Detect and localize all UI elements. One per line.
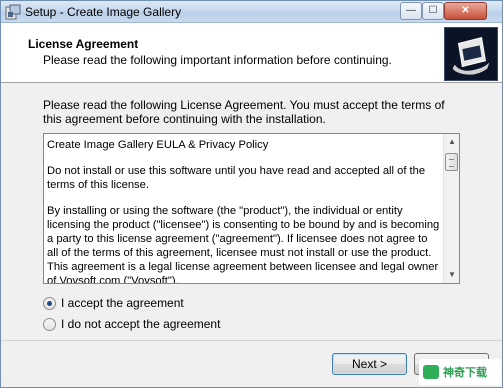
license-text: Create Image Gallery EULA & Privacy Poli… [47,138,440,284]
setup-window: Setup - Create Image Gallery — ☐ ✕ Licen… [0,0,503,388]
scrollbar-thumb[interactable] [445,153,458,171]
page-subtitle: Please read the following important info… [43,53,392,67]
license-paragraph: Create Image Gallery EULA & Privacy Poli… [47,139,269,151]
next-button[interactable]: Next > [332,353,407,375]
scroll-up-arrow-icon[interactable]: ▲ [444,134,459,150]
minimize-button[interactable]: — [400,2,422,20]
decline-label[interactable]: I do not accept the agreement [61,317,220,331]
watermark-text: 神奇下载 [443,367,487,379]
scroll-down-arrow-icon[interactable]: ▼ [444,267,459,283]
license-instructions: Please read the following License Agreem… [43,98,445,126]
wizard-header: License Agreement Please read the follow… [1,23,502,83]
decline-option[interactable]: I do not accept the agreement [43,316,220,332]
license-scrollbar[interactable]: ▲ ▼ [443,134,459,283]
accept-radio[interactable] [43,296,56,310]
license-paragraph: Do not install or use this software unti… [47,165,426,191]
license-text-box[interactable]: Create Image Gallery EULA & Privacy Poli… [43,133,460,284]
accept-label[interactable]: I accept the agreement [61,296,184,310]
license-paragraph: By installing or using the software (the… [47,205,440,284]
footer-divider [1,340,502,341]
watermark-logo-icon [423,365,439,379]
installer-logo-icon [444,27,498,81]
setup-app-icon [5,4,21,20]
decline-radio[interactable] [43,317,56,331]
page-title: License Agreement [28,37,139,51]
accept-option[interactable]: I accept the agreement [43,295,184,311]
close-button[interactable]: ✕ [444,2,487,20]
maximize-button[interactable]: ☐ [422,2,444,20]
window-title: Setup - Create Image Gallery [25,5,182,19]
title-bar[interactable]: Setup - Create Image Gallery — ☐ ✕ [1,1,502,23]
watermark-badge: 神奇下载 [419,359,501,385]
